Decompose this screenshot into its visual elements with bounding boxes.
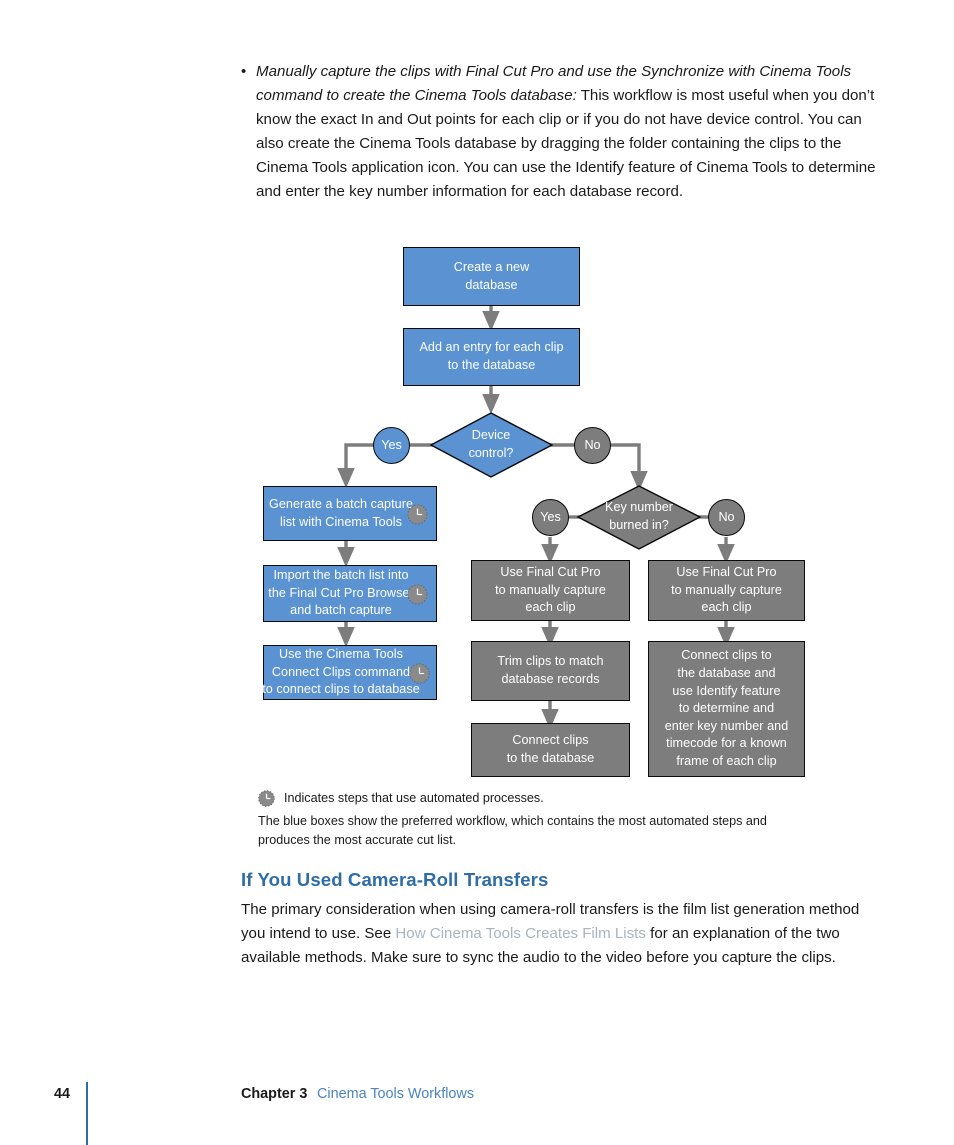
cross-reference-link[interactable]: How Cinema Tools Creates Film Lists (395, 925, 646, 942)
flowchart-nodes-layer: Create a new database Add an entry for e… (0, 0, 954, 1145)
node-connect-to-database: Connect clips to the database (471, 723, 630, 777)
section-heading: If You Used Camera-Roll Transfers (241, 869, 549, 890)
branch-device-yes: Yes (373, 427, 410, 464)
flowchart-caption: Indicates steps that use automated proce… (258, 789, 818, 850)
node-fcp-capture-left: Use Final Cut Pro to manually capture ea… (471, 560, 630, 621)
branch-device-no: No (574, 427, 611, 464)
node-import-batch-list: Import the batch list into the Final Cut… (263, 565, 437, 622)
branch-key-yes-label: Yes (540, 510, 561, 525)
branch-key-yes: Yes (532, 499, 569, 536)
caption-automated-text: Indicates steps that use automated proce… (284, 791, 544, 805)
caption-blue-boxes-text: The blue boxes show the preferred workfl… (258, 814, 767, 847)
automated-process-clock-icon (407, 584, 428, 605)
node-add-entry-label: Add an entry for each clip to the databa… (419, 340, 564, 372)
branch-key-no: No (708, 499, 745, 536)
node-connect-clips-command: Use the Cinema Tools Connect Clips comma… (262, 645, 437, 700)
node-generate-batch-capture: Generate a batch capture list with Cinem… (263, 486, 437, 541)
node-create-database: Create a new database (403, 247, 580, 306)
node-connect-clips-command-label: Use the Cinema Tools Connect Clips comma… (262, 647, 420, 697)
footer-chapter-title: Cinema Tools Workflows (317, 1086, 475, 1102)
node-create-database-label: Create a new database (453, 259, 530, 292)
node-generate-batch-capture-label: Generate a batch capture list with Cinem… (268, 496, 414, 529)
footer-chapter-label: Chapter 3 (241, 1086, 308, 1102)
footer-page-number: 44 (54, 1086, 71, 1102)
branch-device-yes-label: Yes (381, 438, 402, 453)
node-fcp-capture-right: Use Final Cut Pro to manually capture ea… (648, 560, 805, 621)
footer-divider (86, 1082, 88, 1145)
decision-device-control-text: Device control? (468, 428, 514, 460)
decision-key-number-text: Key number burned in? (605, 500, 673, 532)
decision-key-number-label: Key number burned in? (585, 490, 693, 544)
caption-automated-line: Indicates steps that use automated proce… (258, 789, 818, 808)
node-trim-clips-label: Trim clips to match database records (497, 654, 604, 686)
section-body-paragraph: The primary consideration when using cam… (241, 898, 886, 970)
node-fcp-capture-left-label: Use Final Cut Pro to manually capture ea… (495, 565, 606, 615)
decision-device-control-label: Device control? (437, 418, 545, 472)
automated-process-clock-icon (409, 663, 430, 684)
automated-process-clock-icon (258, 789, 279, 808)
branch-device-no-label: No (584, 438, 601, 453)
node-fcp-capture-right-label: Use Final Cut Pro to manually capture ea… (671, 565, 782, 615)
node-trim-clips: Trim clips to match database records (471, 641, 630, 701)
node-identify-feature: Connect clips to the database and use Id… (648, 641, 805, 777)
node-add-entry: Add an entry for each clip to the databa… (403, 328, 580, 386)
node-import-batch-list-label: Import the batch list into the Final Cut… (268, 568, 414, 618)
branch-key-no-label: No (718, 510, 735, 525)
node-connect-to-database-label: Connect clips to the database (506, 733, 595, 765)
automated-process-clock-icon (407, 504, 428, 525)
node-identify-feature-label: Connect clips to the database and use Id… (664, 648, 789, 768)
